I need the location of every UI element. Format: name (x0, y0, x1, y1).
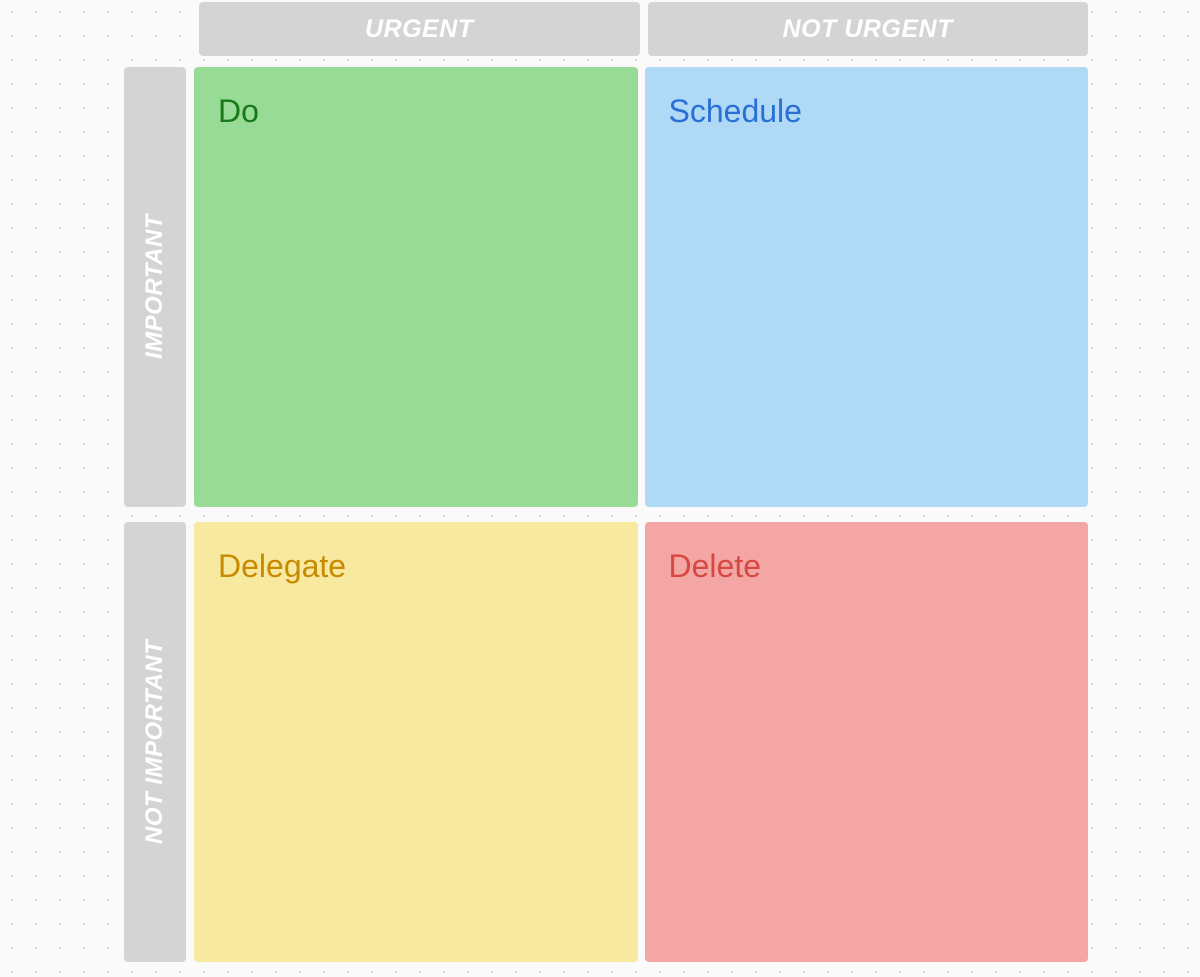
quadrants-row-bottom: Delegate Delete (194, 522, 1088, 962)
column-header-not-urgent: NOT URGENT (648, 2, 1089, 56)
quadrants-row-top: Do Schedule (194, 67, 1088, 507)
row-header-label: IMPORTANT (141, 215, 169, 360)
quadrant-delegate[interactable]: Delegate (194, 522, 638, 962)
column-header-urgent: URGENT (199, 2, 640, 56)
column-header-label: URGENT (365, 15, 474, 44)
quadrant-schedule[interactable]: Schedule (645, 67, 1089, 507)
quadrant-label: Delegate (218, 548, 614, 585)
row-not-important: NOT IMPORTANT Delegate Delete (124, 522, 1088, 962)
quadrant-do[interactable]: Do (194, 67, 638, 507)
row-important: IMPORTANT Do Schedule (124, 67, 1088, 507)
row-header-label: NOT IMPORTANT (141, 640, 169, 844)
quadrant-label: Do (218, 93, 614, 130)
eisenhower-matrix: URGENT NOT URGENT IMPORTANT Do Schedule … (124, 2, 1088, 977)
column-header-label: NOT URGENT (783, 15, 953, 44)
column-headers: URGENT NOT URGENT (199, 2, 1088, 56)
row-header-not-important: NOT IMPORTANT (124, 522, 186, 962)
quadrant-label: Schedule (669, 93, 1065, 130)
quadrant-delete[interactable]: Delete (645, 522, 1089, 962)
quadrant-label: Delete (669, 548, 1065, 585)
row-header-important: IMPORTANT (124, 67, 186, 507)
